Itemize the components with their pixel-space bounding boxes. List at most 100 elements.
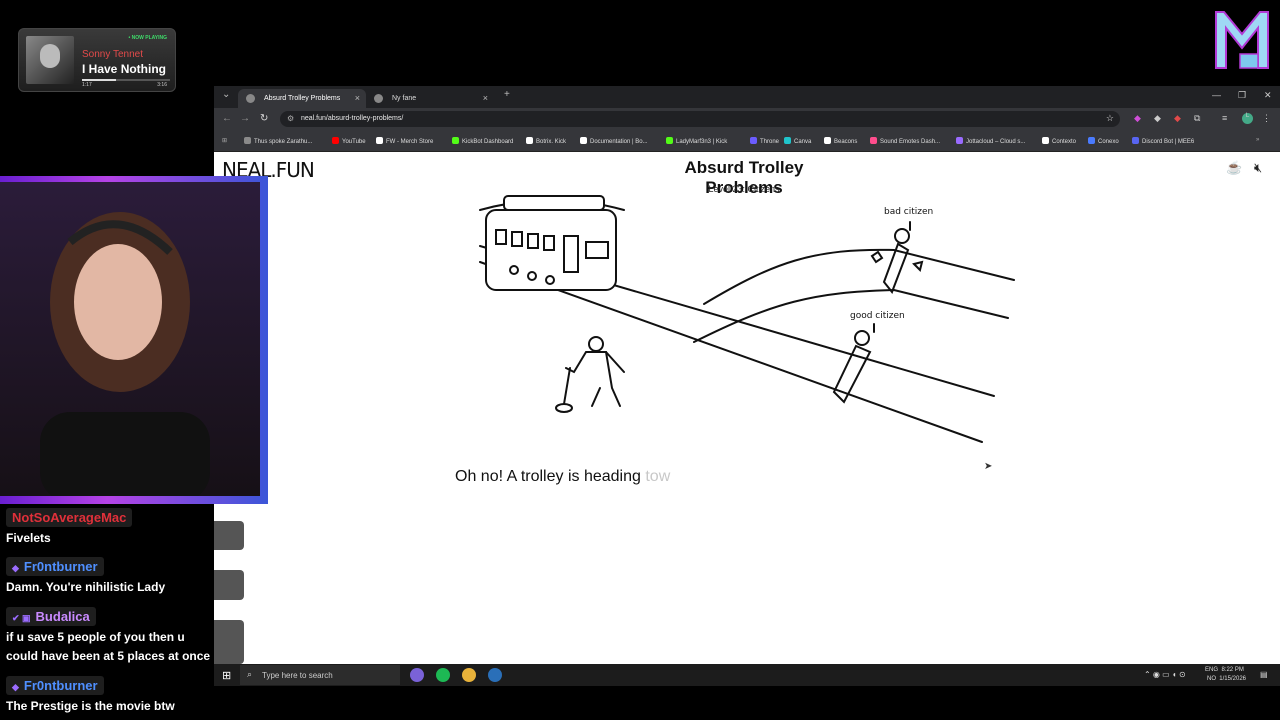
close-icon[interactable]: × [483, 93, 488, 103]
chrome-icon[interactable] [462, 668, 476, 682]
bookmark-item[interactable]: Sound Emotes Dash... [870, 137, 940, 145]
browser-toolbar: ← → ↻ ⚙ neal.fun/absurd-trolley-problems… [214, 108, 1280, 130]
bookmark-item[interactable]: KickBot Dashboard [452, 137, 513, 145]
bookmark-label: Jottacloud – Cloud s... [966, 139, 1026, 145]
app-icon[interactable] [410, 668, 424, 682]
chat-username-text: Budalica [35, 609, 90, 624]
tab-label: Absurd Trolley Problems [264, 95, 341, 102]
chat-username[interactable]: ◆ Fr0ntburner [6, 557, 104, 576]
close-icon[interactable]: × [355, 93, 360, 103]
extension-icon[interactable]: ◆ [1154, 113, 1161, 124]
windows-start-icon[interactable]: ⊞ [222, 669, 231, 682]
extension-icon[interactable]: ◆ [1134, 113, 1141, 124]
tab-new[interactable]: Ny fane × [366, 89, 494, 108]
globe-icon [246, 94, 255, 103]
bookmark-favicon-icon [580, 137, 587, 144]
chat-username-text: Fr0ntburner [23, 559, 98, 574]
bookmark-favicon-icon [1088, 137, 1095, 144]
bookmark-favicon-icon [244, 137, 251, 144]
chat-badge-icon: ✔ ▣ [12, 613, 31, 623]
lever-person-head [588, 336, 604, 352]
bookmark-label: FW - Merch Store [386, 139, 434, 145]
good-citizen-head [854, 330, 870, 346]
bookmark-item[interactable]: Thus spoke Zarathu... [244, 137, 312, 145]
new-tab-button[interactable]: + [504, 89, 510, 100]
star-icon [870, 250, 884, 264]
menu-icon[interactable]: ⋮ [1262, 113, 1271, 124]
site-info-icon[interactable]: ⚙ [287, 114, 294, 123]
bookmark-item[interactable]: Beacons [824, 137, 857, 145]
chat-panel: NotSoAverageMac Fivelets ◆ Fr0ntburner Damn.… [0, 505, 214, 720]
maximize-icon[interactable]: ❐ [1238, 90, 1246, 101]
chat-username[interactable]: ✔ ▣ Budalica [6, 607, 96, 626]
song-progress-bar [82, 79, 170, 81]
bookmark-item[interactable]: FW - Merch Store [376, 137, 433, 145]
streamer-silhouette [40, 212, 210, 496]
bookmark-item[interactable]: Throne [750, 137, 779, 145]
good-citizen-label: good citizen [850, 311, 905, 321]
steam-icon[interactable] [488, 668, 502, 682]
more-bookmarks-icon[interactable]: » [1256, 137, 1259, 143]
tab-absurd-trolley[interactable]: Absurd Trolley Problems × [238, 89, 366, 108]
bookmark-label: Throne [760, 139, 780, 145]
trolley-top [503, 195, 605, 211]
extension-icon[interactable]: ◆ [1174, 113, 1181, 124]
song-title: I Have Nothing [82, 62, 167, 76]
clock[interactable]: 8:22 PM 1/15/2026 [1219, 666, 1246, 684]
overlay-block [214, 570, 244, 600]
bookmark-star-icon[interactable]: ☆ [1106, 113, 1114, 124]
bookmark-item[interactable]: Jottacloud – Cloud s... [956, 137, 1025, 145]
stream-layout: • NOW PLAYING Sonny Tennet I Have Nothin… [0, 0, 1280, 720]
notification-icon[interactable]: ▤ [1260, 670, 1268, 679]
profile-avatar[interactable]: L [1242, 113, 1253, 124]
bookmark-item[interactable]: Discord Bot | MEE6 [1132, 137, 1194, 145]
language-indicator[interactable]: ENG NO [1205, 666, 1218, 684]
bookmark-favicon-icon [452, 137, 459, 144]
bookmark-label: Thus spoke Zarathu... [254, 139, 313, 145]
tab-label: Ny fane [392, 95, 417, 102]
minimize-icon[interactable]: — [1212, 90, 1221, 100]
bookmark-label: Documentation | Bo... [590, 139, 648, 145]
forward-icon[interactable]: → [240, 113, 250, 124]
apps-grid-icon[interactable]: ⊞ [222, 137, 227, 144]
tray-icons[interactable]: ⌃ ◉ ▭ ◖ ⊙ [1144, 670, 1186, 679]
bookmark-item[interactable]: YouTube [332, 137, 366, 145]
bad-citizen-label: bad citizen [884, 207, 933, 217]
bookmark-item[interactable]: Canva [784, 137, 811, 145]
bookmark-favicon-icon [784, 137, 791, 144]
bookmark-label: Discord Bot | MEE6 [1142, 139, 1195, 145]
bookmark-label: Conexo [1098, 139, 1119, 145]
good-citizen-body [832, 344, 872, 404]
bookmark-favicon-icon [526, 137, 533, 144]
duration-time: 3:16 [157, 82, 167, 88]
chat-username[interactable]: ◆ Fr0ntburner [6, 676, 104, 695]
chat-username-text: NotSoAverageMac [12, 510, 127, 525]
bookmark-favicon-icon [750, 137, 757, 144]
bookmark-item[interactable]: LadyMarf3n3 | Kick [666, 137, 727, 145]
bookmark-favicon-icon [824, 137, 831, 144]
reload-icon[interactable]: ↻ [260, 113, 268, 124]
taskbar-search[interactable]: ⌕ Type here to search [240, 665, 400, 685]
extensions-puzzle-icon[interactable]: ⧉ [1194, 113, 1200, 124]
bookmark-label: Canva [794, 139, 812, 145]
back-icon[interactable]: ← [222, 113, 232, 124]
close-window-icon[interactable]: ✕ [1264, 90, 1272, 101]
chat-username[interactable]: NotSoAverageMac [6, 508, 133, 527]
address-bar[interactable]: ⚙ neal.fun/absurd-trolley-problems/ ☆ [280, 111, 1120, 127]
url-text: neal.fun/absurd-trolley-problems/ [301, 115, 404, 122]
branch-rail-top [703, 248, 1015, 305]
search-placeholder: Type here to search [262, 671, 333, 680]
webcam-feed [0, 182, 260, 496]
bookmark-item[interactable]: Contexto [1042, 137, 1076, 145]
lever [563, 367, 571, 405]
spotify-icon[interactable] [436, 668, 450, 682]
bookmark-item[interactable]: Botrix. Kick [526, 137, 566, 145]
chat-username-text: Fr0ntburner [23, 678, 98, 693]
tab-list-icon[interactable]: ⌄ [222, 89, 230, 100]
bookmark-item[interactable]: Conexo [1088, 137, 1119, 145]
bookmark-item[interactable]: Documentation | Bo... [580, 137, 648, 145]
reading-list-icon[interactable]: ≡ [1222, 113, 1227, 123]
overlay-block [214, 521, 244, 550]
bookmark-favicon-icon [1132, 137, 1139, 144]
bookmark-favicon-icon [1042, 137, 1049, 144]
